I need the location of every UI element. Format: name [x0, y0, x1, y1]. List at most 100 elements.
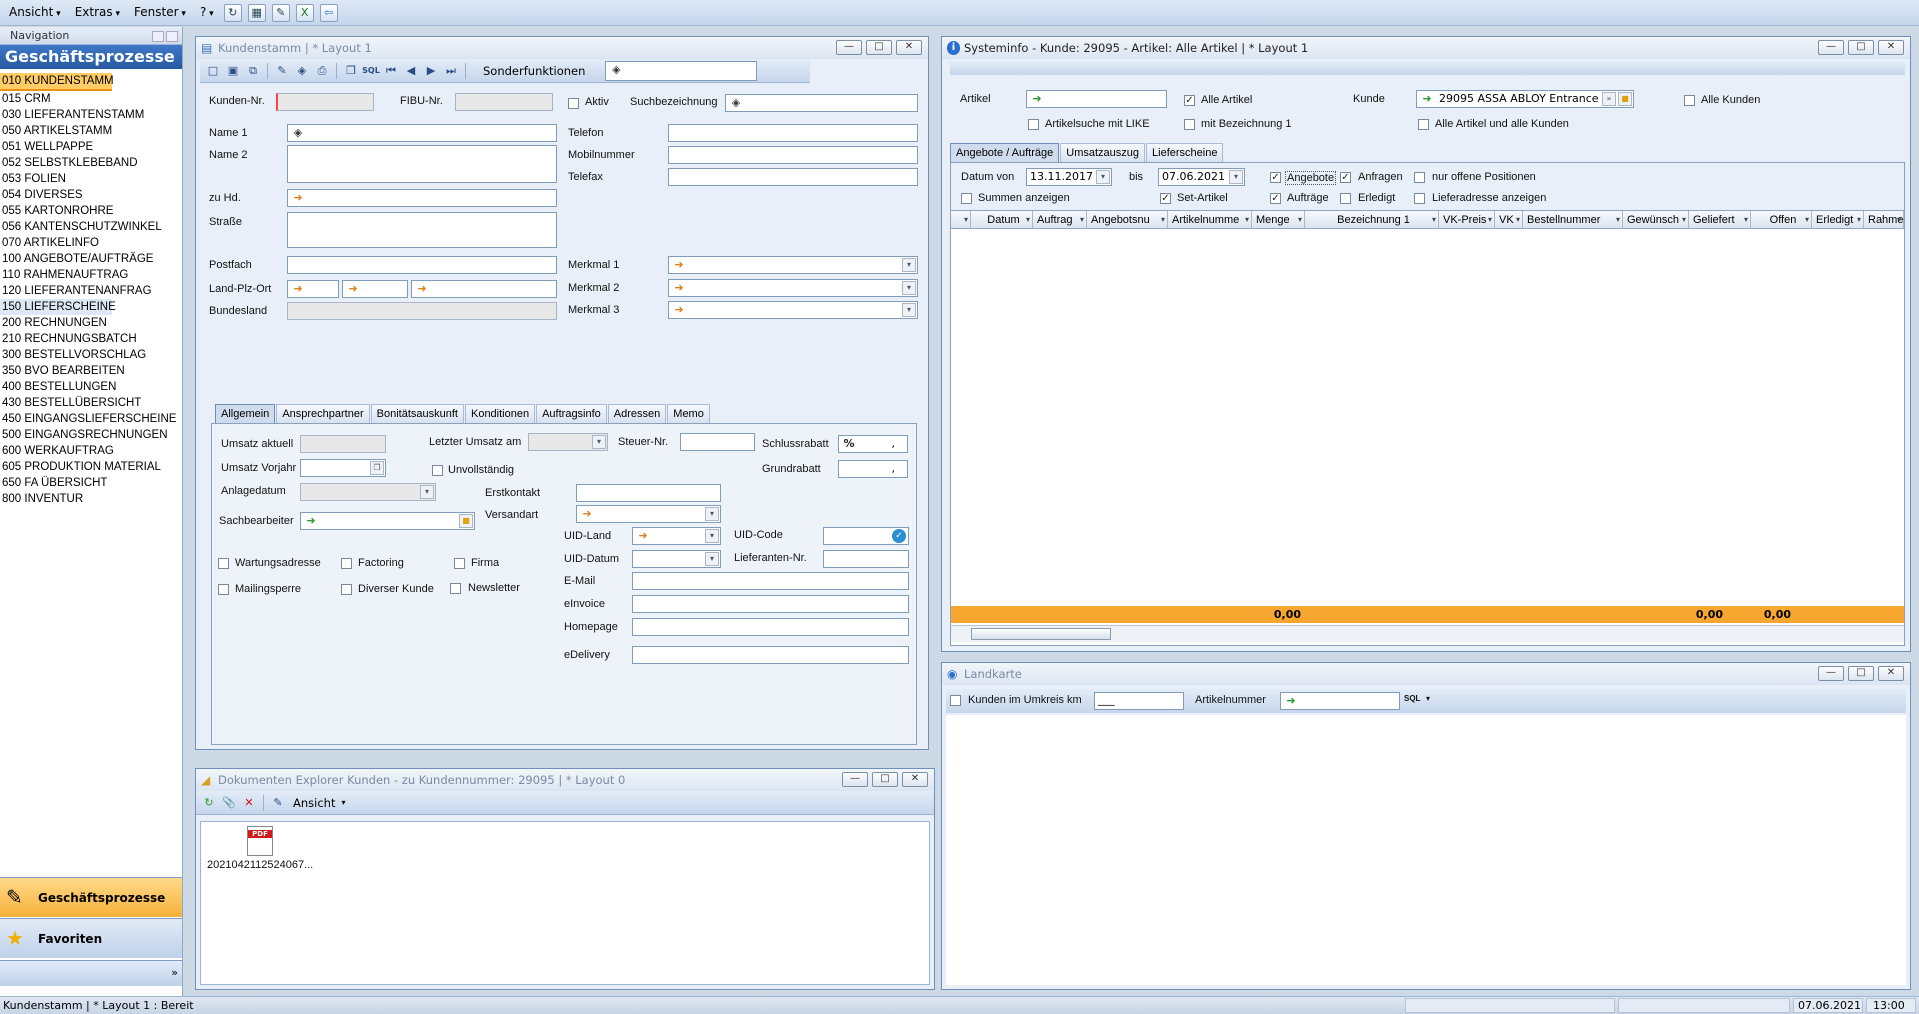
- datum-von-input[interactable]: 13.11.2017 ▾: [1026, 168, 1112, 186]
- uid-datum-input[interactable]: ▾: [632, 550, 721, 568]
- attach-icon[interactable]: 📎: [220, 794, 238, 812]
- kundennr-input[interactable]: [276, 93, 374, 111]
- ort-input[interactable]: ➜: [411, 280, 557, 298]
- minimize-button[interactable]: —: [836, 40, 862, 55]
- close-button[interactable]: ✕: [902, 772, 928, 787]
- angebote-checkbox[interactable]: ✓: [1270, 172, 1281, 183]
- col-auftrag[interactable]: Auftrag: [1033, 211, 1087, 229]
- nav-button-geschaeftsprozesse[interactable]: ✎ Geschäftsprozesse: [0, 877, 182, 917]
- nav-item-rechnungen[interactable]: 200 RECHNUNGEN: [0, 315, 182, 331]
- artikelnummer-input[interactable]: ➜: [1280, 692, 1400, 710]
- calendar-icon[interactable]: ▾: [592, 435, 606, 449]
- sonderfunktionen-button[interactable]: Sonderfunktionen: [471, 64, 603, 78]
- col-menge[interactable]: Menge: [1252, 211, 1305, 229]
- einvoice-input[interactable]: [632, 595, 909, 613]
- nav-item-kundenstamm[interactable]: 010 KUNDENSTAMM: [0, 73, 114, 91]
- scrollbar-thumb[interactable]: [971, 628, 1111, 640]
- dropdown-icon[interactable]: ▾: [705, 507, 719, 521]
- nur-offene-checkbox[interactable]: [1414, 172, 1425, 183]
- first-record-icon[interactable]: ⏮: [382, 62, 400, 80]
- horizontal-scrollbar[interactable]: [951, 625, 1904, 642]
- chevron-down-icon[interactable]: ▾: [1426, 694, 1430, 703]
- versandart-input[interactable]: ➜ ▾: [576, 505, 721, 523]
- aktiv-checkbox[interactable]: [568, 98, 579, 109]
- col-vk[interactable]: VK: [1495, 211, 1523, 229]
- nav-item-angebote-auftraege[interactable]: 100 ANGEBOTE/AUFTRÄGE: [0, 251, 182, 267]
- col-offen[interactable]: Offen: [1751, 211, 1812, 229]
- set-artikel-checkbox[interactable]: ✓: [1160, 193, 1171, 204]
- last-record-icon[interactable]: ⏭: [442, 62, 460, 80]
- umsatz-aktuell-input[interactable]: [300, 435, 386, 453]
- alle-artikel-checkbox[interactable]: ✓: [1184, 95, 1195, 106]
- maximize-button[interactable]: □: [1848, 666, 1874, 681]
- tab-angebote-auftraege[interactable]: Angebote / Aufträge: [950, 143, 1060, 162]
- chevron-down-icon[interactable]: ▾: [341, 798, 345, 807]
- tab-umsatzauszug[interactable]: Umsatzauszug: [1060, 143, 1146, 162]
- fibu-input[interactable]: [455, 93, 553, 111]
- close-button[interactable]: ✕: [1878, 666, 1904, 681]
- postfach-input[interactable]: [287, 256, 557, 274]
- pdf-file-icon[interactable]: PDF: [247, 826, 273, 856]
- calendar-icon[interactable]: ▾: [1229, 170, 1243, 184]
- name1-input[interactable]: ◈: [287, 124, 557, 142]
- mailingsperre-checkbox[interactable]: [218, 584, 229, 595]
- nav-item-crm[interactable]: 015 CRM: [0, 91, 182, 107]
- telefax-input[interactable]: [668, 168, 918, 186]
- dropdown-icon[interactable]: ▾: [902, 303, 916, 317]
- erstkontakt-input[interactable]: [576, 484, 721, 502]
- maximize-button[interactable]: □: [1848, 40, 1874, 55]
- sql-icon[interactable]: SQL: [1404, 694, 1420, 703]
- maximize-button[interactable]: □: [866, 40, 892, 55]
- dropdown-icon[interactable]: ▾: [902, 281, 916, 295]
- uid-code-input[interactable]: ✓: [823, 527, 909, 545]
- close-button[interactable]: ✕: [896, 40, 922, 55]
- tab-memo[interactable]: Memo: [667, 404, 710, 423]
- nav-button-favoriten[interactable]: ★ Favoriten: [0, 918, 182, 958]
- minimize-button[interactable]: —: [1818, 40, 1844, 55]
- sql-icon[interactable]: SQL: [362, 62, 380, 80]
- letzter-umsatz-input[interactable]: ▾: [528, 433, 608, 451]
- mit-bezeichnung-checkbox[interactable]: [1184, 119, 1195, 130]
- col-geliefert[interactable]: Geliefert: [1689, 211, 1751, 229]
- lookup-icon[interactable]: ■: [459, 514, 473, 528]
- maximize-button[interactable]: □: [872, 772, 898, 787]
- next-record-icon[interactable]: ▶: [422, 62, 440, 80]
- refresh-icon[interactable]: ↻: [200, 794, 218, 812]
- lieferanten-nr-input[interactable]: [823, 550, 909, 568]
- merkmal3-input[interactable]: ➜ ▾: [668, 301, 918, 319]
- copy-icon[interactable]: ⧉: [244, 62, 262, 80]
- mobilnummer-input[interactable]: [668, 146, 918, 164]
- nav-item-artikelstamm[interactable]: 050 ARTIKELSTAMM: [0, 123, 182, 139]
- col-bezeichnung[interactable]: Bezeichnung 1: [1305, 211, 1439, 229]
- previous-record-icon[interactable]: ◀: [402, 62, 420, 80]
- pages-icon[interactable]: ❐: [342, 62, 360, 80]
- col-rahmen[interactable]: Rahmen: [1864, 211, 1904, 229]
- minimize-button[interactable]: —: [842, 772, 868, 787]
- col-vk-preis[interactable]: VK-Preis: [1439, 211, 1495, 229]
- tab-adressen[interactable]: Adressen: [607, 404, 667, 423]
- edelivery-input[interactable]: [632, 646, 909, 664]
- schlussrabatt-input[interactable]: %,: [838, 435, 908, 453]
- image-icon[interactable]: ▦: [247, 3, 266, 22]
- anfragen-checkbox[interactable]: ✓: [1340, 172, 1351, 183]
- grundrabatt-input[interactable]: ,: [838, 460, 908, 478]
- new-icon[interactable]: □: [204, 62, 222, 80]
- umsatz-vorjahr-input[interactable]: ❐: [300, 459, 386, 477]
- tab-bonitaetsauskunft[interactable]: Bonitätsauskunft: [370, 404, 464, 423]
- nav-item-bestelluebersicht[interactable]: 430 BESTELLÜBERSICHT: [0, 395, 182, 411]
- excel-icon[interactable]: X: [295, 3, 314, 22]
- email-input[interactable]: [632, 572, 909, 590]
- eraser-icon[interactable]: ✎: [271, 3, 290, 22]
- nav-item-kantenschutzwinkel[interactable]: 056 KANTENSCHUTZWINKEL: [0, 219, 182, 235]
- col-datum[interactable]: Datum: [971, 211, 1033, 229]
- nav-item-bvo-bearbeiten[interactable]: 350 BVO BEARBEITEN: [0, 363, 182, 379]
- calendar-icon[interactable]: ▾: [1096, 170, 1110, 184]
- calendar-icon[interactable]: ▾: [420, 485, 434, 499]
- minimize-button[interactable]: —: [1818, 666, 1844, 681]
- tab-lieferscheine[interactable]: Lieferscheine: [1146, 143, 1224, 162]
- merkmal1-input[interactable]: ➜ ▾: [668, 256, 918, 274]
- tab-ansprechpartner[interactable]: Ansprechpartner: [276, 404, 370, 423]
- nav-item-selbstklebeband[interactable]: 052 SELBSTKLEBEBAND: [0, 155, 182, 171]
- col-bestellnummer[interactable]: Bestellnummer: [1523, 211, 1623, 229]
- homepage-input[interactable]: [632, 618, 909, 636]
